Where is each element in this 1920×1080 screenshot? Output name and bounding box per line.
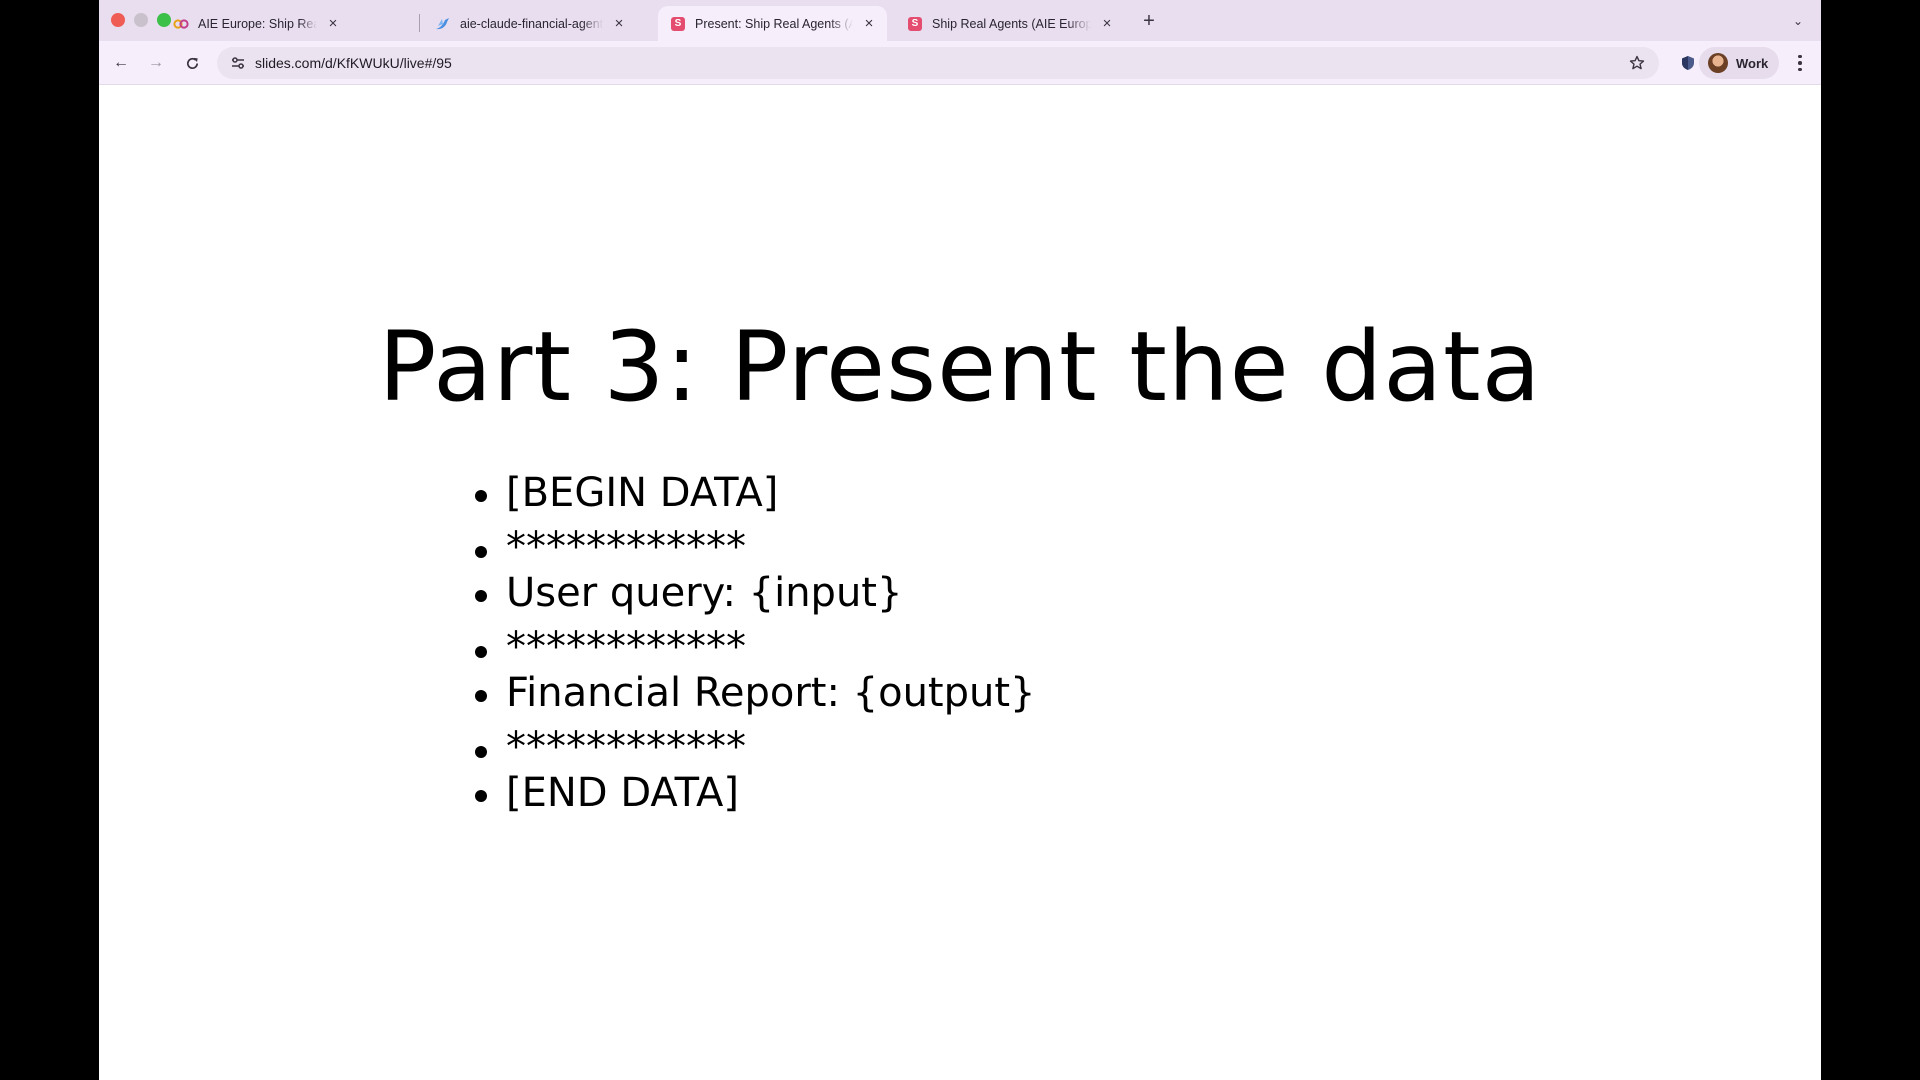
profile-label: Work <box>1736 55 1769 71</box>
tab-strip: AIE Europe: Ship Real Agents × aie-claud… <box>99 0 1821 41</box>
browser-window: AIE Europe: Ship Real Agents × aie-claud… <box>99 0 1821 1080</box>
tab-title: Present: Ship Real Agents (AI <box>695 16 853 31</box>
forward-button[interactable]: → <box>143 50 169 76</box>
link-logo-icon <box>173 16 189 32</box>
bullet-item: [BEGIN DATA] <box>475 466 1036 521</box>
tab-title: Ship Real Agents (AIE Europe <box>932 16 1091 31</box>
tab-ship-real-agents[interactable]: S Ship Real Agents (AIE Europe × <box>895 6 1125 41</box>
bullet-list: [BEGIN DATA] ************ User query: {i… <box>475 466 1036 821</box>
tab-financial-agent[interactable]: aie-claude-financial-agent - I × <box>423 6 637 41</box>
new-tab-button[interactable]: + <box>1136 8 1162 34</box>
bullet-item: [END DATA] <box>475 766 1036 821</box>
tab-title: aie-claude-financial-agent - I <box>460 16 603 31</box>
tab-present-ship-real-agents[interactable]: S Present: Ship Real Agents (AI × <box>658 6 887 41</box>
extension-shield-icon[interactable] <box>1677 52 1699 74</box>
more-menu-icon[interactable] <box>1789 52 1811 74</box>
bullet-item: ************ <box>475 621 1036 670</box>
close-icon[interactable]: × <box>861 15 877 32</box>
slide-title: Part 3: Present the data <box>378 311 1542 423</box>
close-window-button[interactable] <box>111 13 125 27</box>
profile-button[interactable]: Work <box>1699 47 1779 79</box>
forward-arrow-icon: → <box>148 54 164 71</box>
slides-icon: S <box>907 16 923 32</box>
site-settings-icon[interactable] <box>229 54 247 72</box>
back-arrow-icon: ← <box>113 54 129 71</box>
bullet-item: ************ <box>475 521 1036 570</box>
close-icon[interactable]: × <box>1099 15 1115 32</box>
bullet-item: ************ <box>475 721 1036 770</box>
slides-icon: S <box>670 16 686 32</box>
close-icon[interactable]: × <box>325 15 341 32</box>
tab-separator <box>419 14 420 32</box>
close-icon[interactable]: × <box>611 15 627 32</box>
slide-canvas: Part 3: Present the data [BEGIN DATA] **… <box>99 86 1821 1080</box>
reload-icon <box>186 57 198 69</box>
avatar <box>1708 53 1728 73</box>
minimize-window-button[interactable] <box>134 13 148 27</box>
url-text: slides.com/d/KfKWUkU/live#/95 <box>255 55 452 71</box>
bird-icon <box>435 16 451 32</box>
bookmark-star-icon[interactable] <box>1627 53 1647 73</box>
bullet-item: Financial Report: {output} <box>475 666 1036 721</box>
reload-button[interactable] <box>179 50 205 76</box>
tab-aie-europe[interactable]: AIE Europe: Ship Real Agents × <box>161 6 351 41</box>
tab-title: AIE Europe: Ship Real Agents <box>198 16 317 31</box>
back-button[interactable]: ← <box>108 50 134 76</box>
bullet-item: User query: {input} <box>475 566 1036 621</box>
address-bar[interactable]: slides.com/d/KfKWUkU/live#/95 <box>217 47 1659 79</box>
browser-toolbar: ← → slides.com/d/KfKWUkU/live#/95 Work <box>99 41 1821 85</box>
tab-search-icon[interactable]: ⌄ <box>1787 10 1809 32</box>
